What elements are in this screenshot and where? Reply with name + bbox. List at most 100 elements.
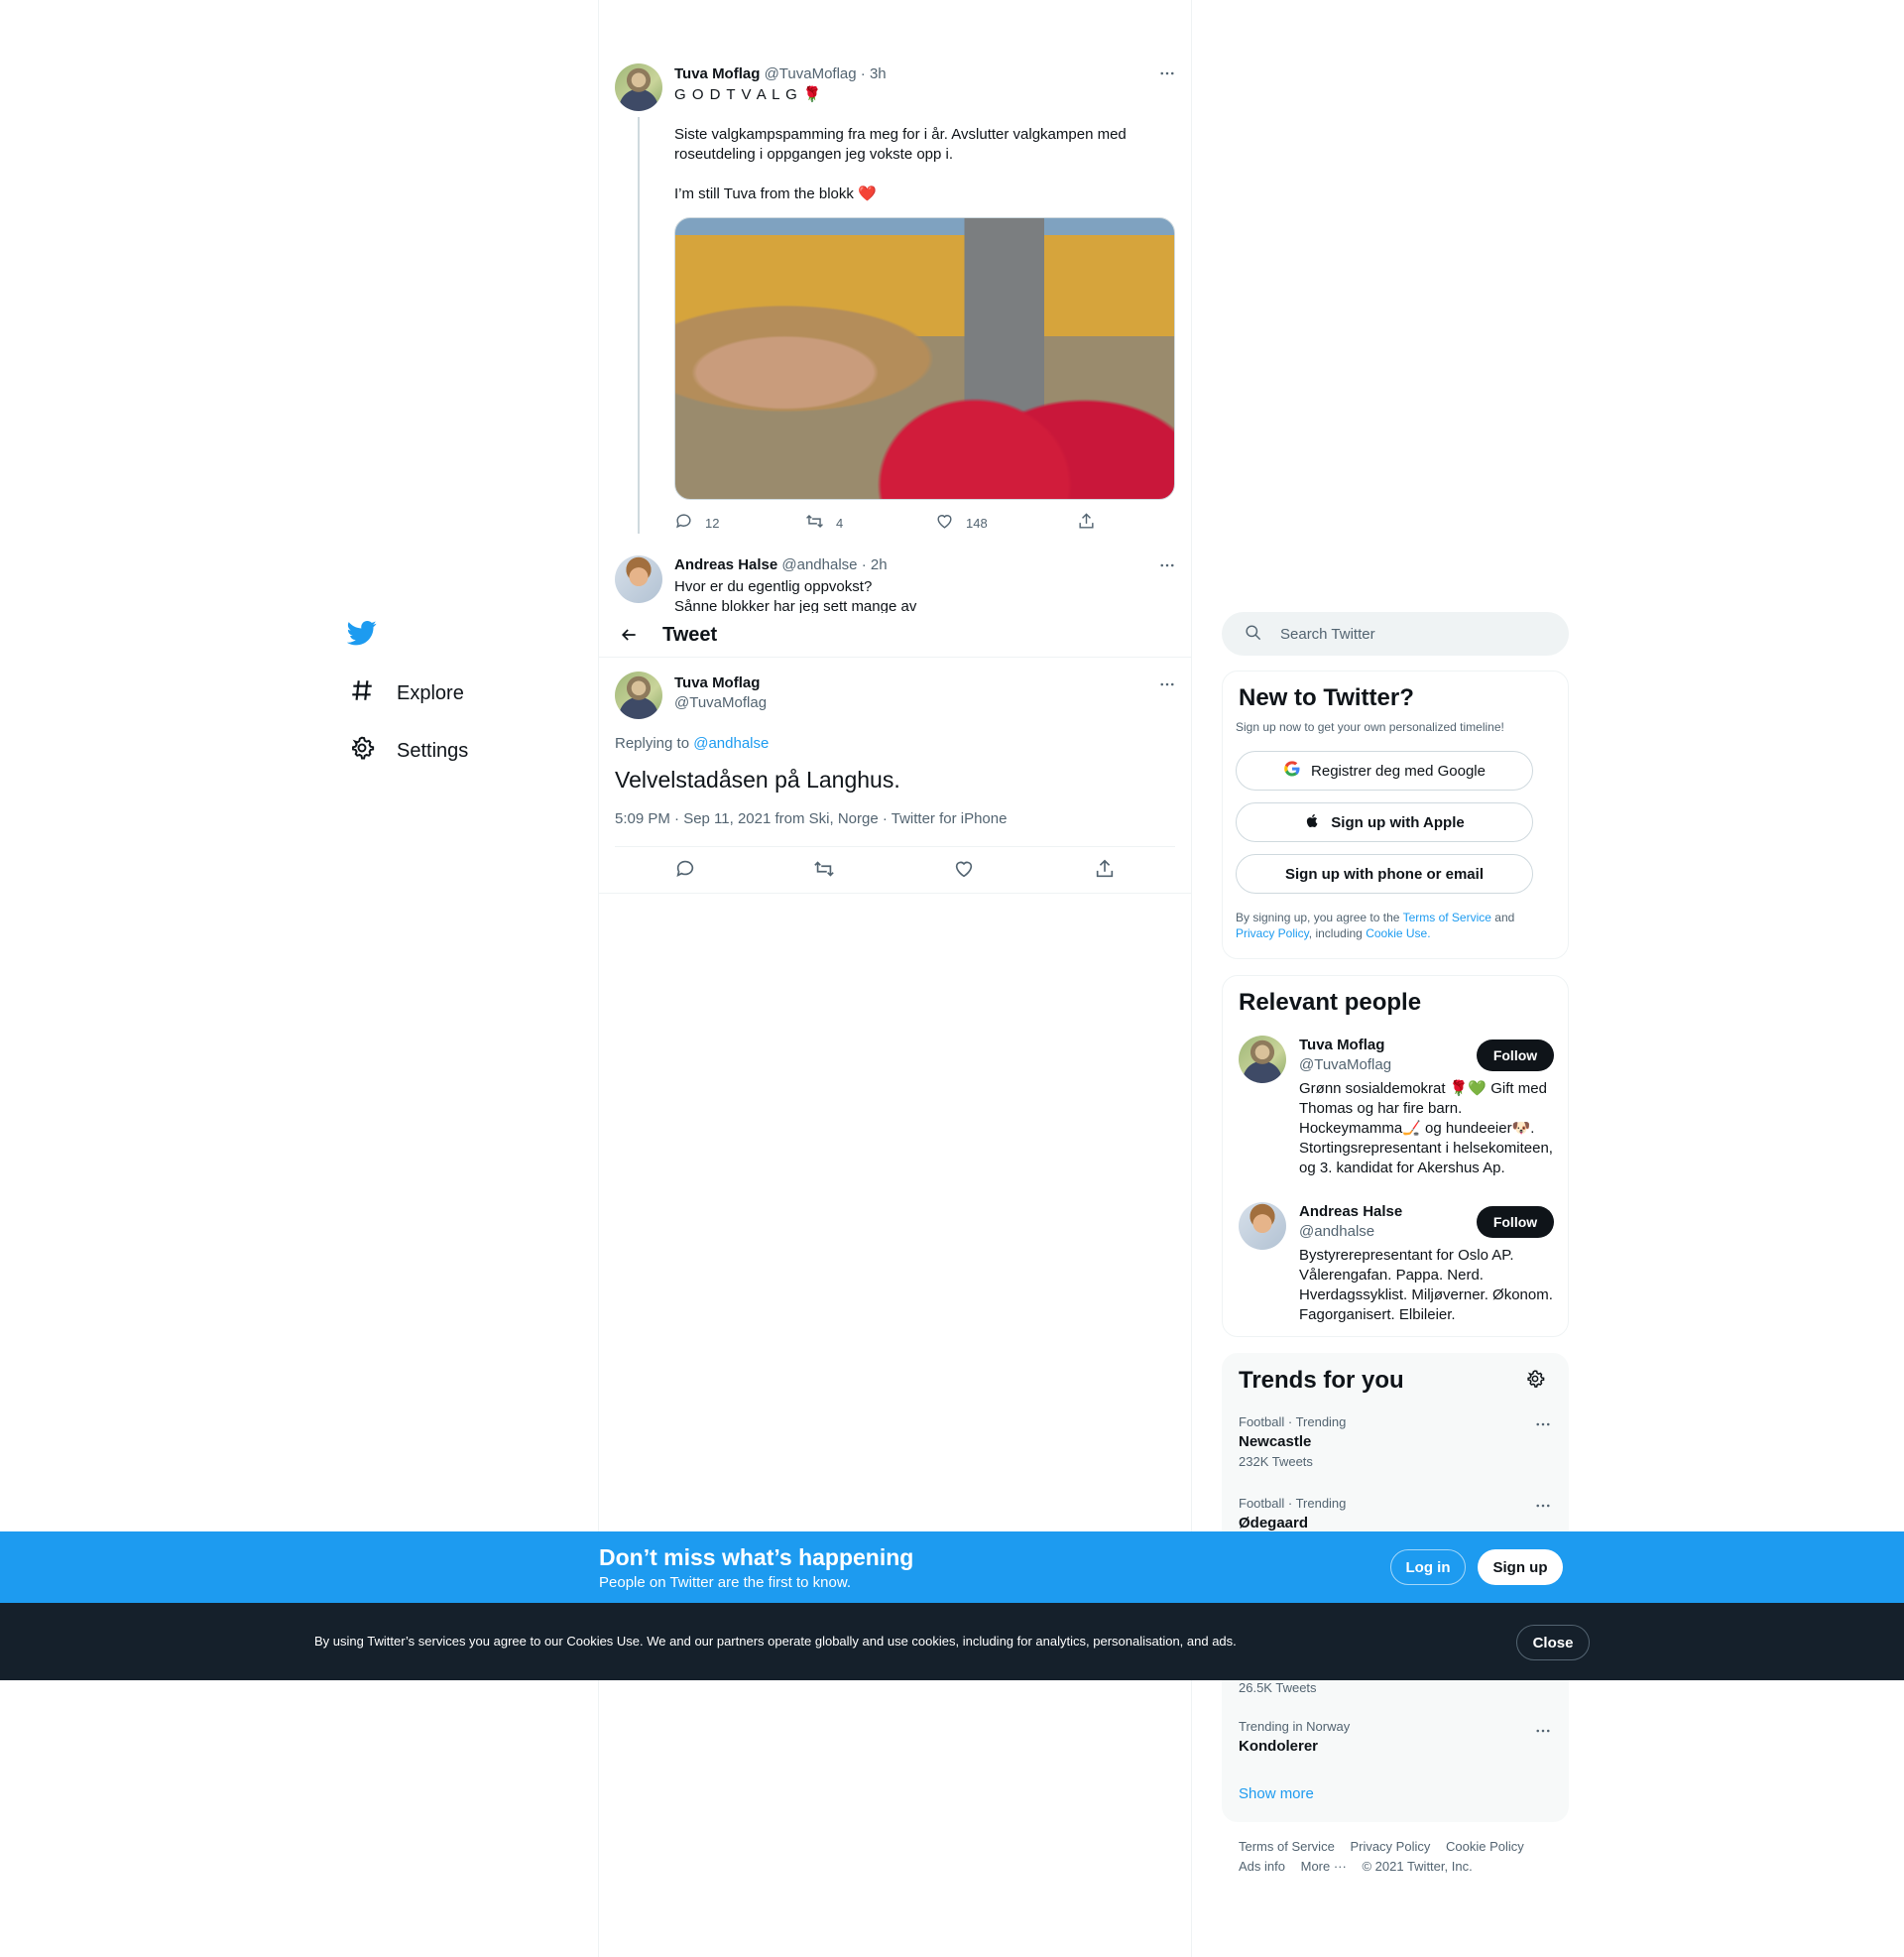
phone-signup-label: Sign up with phone or email [1284,865,1484,883]
retweet-icon [813,858,835,883]
replying-prefix: Replying to [615,735,690,752]
footer-more-link[interactable]: More ··· [1301,1859,1347,1874]
share-button[interactable] [1094,858,1116,883]
tweet-text-line: I’m still Tuva from the blokk ❤️ [674,185,877,202]
signup-legal-text: By signing up, you agree to the Terms of… [1236,911,1515,940]
nav-explore[interactable]: Explore [349,673,464,713]
signup-button[interactable]: Sign up [1478,1549,1563,1585]
avatar[interactable] [1239,1036,1286,1083]
google-signup-button[interactable]: Registrer deg med Google [1236,751,1533,791]
author-name[interactable]: Tuva Moflag [674,65,760,82]
person-name[interactable]: Andreas Halse [1299,1203,1402,1220]
footer-terms-link[interactable]: Terms of Service [1239,1839,1335,1854]
tweet-page-header: Tweet [599,613,1191,658]
more-options-icon[interactable] [1157,555,1177,575]
reply-icon [674,512,693,534]
follow-button[interactable]: Follow [1477,1206,1554,1238]
retweet-count: 4 [836,515,844,531]
tweet-text-line: roseutdeling i oppgangen jeg vokste opp … [674,146,954,163]
author-handle[interactable]: @TuvaMoflag [765,65,857,82]
person-handle[interactable]: @andhalse [1299,1223,1374,1240]
replying-handle-link[interactable]: @andhalse [693,735,769,752]
footer-ads-link[interactable]: Ads info [1239,1859,1285,1874]
trend-name: Kondolerer [1239,1738,1319,1755]
apple-icon [1304,812,1321,833]
twitter-logo-icon[interactable] [346,618,381,652]
thread-connector-line [638,117,640,534]
main-author-handle[interactable]: @TuvaMoflag [674,694,767,711]
main-author-name[interactable]: Tuva Moflag [674,674,760,691]
trend-item[interactable]: Football · Trending Newcastle 232K Tweet… [1239,1414,1556,1469]
trend-item[interactable]: Trending in Norway Kondolerer [1239,1719,1556,1755]
like-button[interactable] [953,860,975,880]
author-handle[interactable]: @andhalse [781,556,857,573]
tweet-meta[interactable]: 5:09 PM · Sep 11, 2021 from Ski, Norge ·… [615,810,1007,827]
more-options-icon[interactable] [1157,63,1177,83]
search-box[interactable]: Search Twitter [1222,612,1569,656]
trend-count: 26.5K Tweets [1239,1680,1317,1695]
google-icon [1283,760,1301,782]
signup-subtext: People on Twitter are the first to know. [599,1574,852,1591]
heart-icon [935,512,954,534]
retweet-button[interactable]: 4 [805,513,843,533]
more-options-icon[interactable] [1533,1496,1553,1516]
terms-link[interactable]: Terms of Service [1403,911,1491,924]
show-more-link[interactable]: Show more [1239,1785,1314,1802]
privacy-link[interactable]: Privacy Policy [1236,926,1309,940]
person-name[interactable]: Tuva Moflag [1299,1037,1384,1053]
footer-privacy-link[interactable]: Privacy Policy [1350,1839,1430,1854]
tweet-time[interactable]: · 2h [862,556,888,573]
cookie-consent-bar: By using Twitter’s services you agree to… [0,1603,1904,1680]
retweet-icon [805,512,824,534]
nav-settings[interactable]: Settings [349,731,468,771]
cookie-use-link[interactable]: Cookie Use. [1366,926,1430,940]
tweet-time[interactable]: · 3h [861,65,887,82]
share-button[interactable] [1077,513,1096,533]
trends-settings-gear-icon[interactable] [1525,1369,1545,1389]
avatar[interactable] [615,63,662,111]
close-button[interactable]: Close [1516,1625,1590,1660]
more-options-icon[interactable] [1533,1721,1553,1741]
reply-icon [674,858,696,883]
back-arrow-icon[interactable] [619,625,639,645]
card-title: New to Twitter? [1239,684,1414,711]
card-subtitle: Sign up now to get your own personalized… [1236,720,1504,734]
apple-signup-button[interactable]: Sign up with Apple [1236,802,1533,842]
login-button[interactable]: Log in [1390,1549,1466,1585]
trend-name: Newcastle [1239,1433,1312,1450]
tweet-photo[interactable] [674,217,1175,500]
footer-links: Terms of Service Privacy Policy Cookie P… [1239,1837,1566,1877]
trend-name: Ødegaard [1239,1515,1309,1531]
more-options-icon[interactable] [1157,674,1177,694]
follow-button[interactable]: Follow [1477,1040,1554,1071]
reply-button[interactable]: 12 [674,513,719,533]
person-handle[interactable]: @TuvaMoflag [1299,1056,1391,1073]
share-icon [1094,858,1116,883]
search-input[interactable]: Search Twitter [1280,626,1375,643]
avatar[interactable] [1239,1202,1286,1250]
retweet-button[interactable] [813,860,835,880]
reply-button[interactable] [674,860,696,880]
person-bio: Bystyrerepresentant for Oslo AP. Våleren… [1299,1247,1553,1323]
share-icon [1077,512,1096,534]
trend-item[interactable]: Football · Trending Ødegaard [1239,1496,1556,1531]
tweet-text-line: Siste valgkampspamming fra meg for i år.… [674,126,1127,143]
replying-to: Replying to @andhalse [615,735,769,752]
person-bio: Grønn sosialdemokrat 🌹💚 Gift med Thomas … [1299,1080,1553,1176]
author-name[interactable]: Andreas Halse [674,556,777,573]
footer-cookie-link[interactable]: Cookie Policy [1446,1839,1524,1854]
card-title: Trends for you [1239,1367,1404,1394]
like-button[interactable]: 148 [935,513,988,533]
gear-icon [349,735,375,767]
more-options-icon[interactable] [1533,1414,1553,1434]
cookie-notice-text: By using Twitter’s services you agree to… [314,1634,1237,1649]
nav-settings-label: Settings [397,739,469,762]
avatar[interactable] [615,555,662,603]
phone-email-signup-button[interactable]: Sign up with phone or email [1236,854,1533,894]
card-title: Relevant people [1239,989,1422,1016]
avatar[interactable] [615,672,662,719]
signup-prompt-bar: Don’t miss what’s happening People on Tw… [0,1531,1904,1603]
nav-explore-label: Explore [397,681,464,704]
divider [615,846,1175,847]
footer-copyright: © 2021 Twitter, Inc. [1362,1859,1473,1874]
